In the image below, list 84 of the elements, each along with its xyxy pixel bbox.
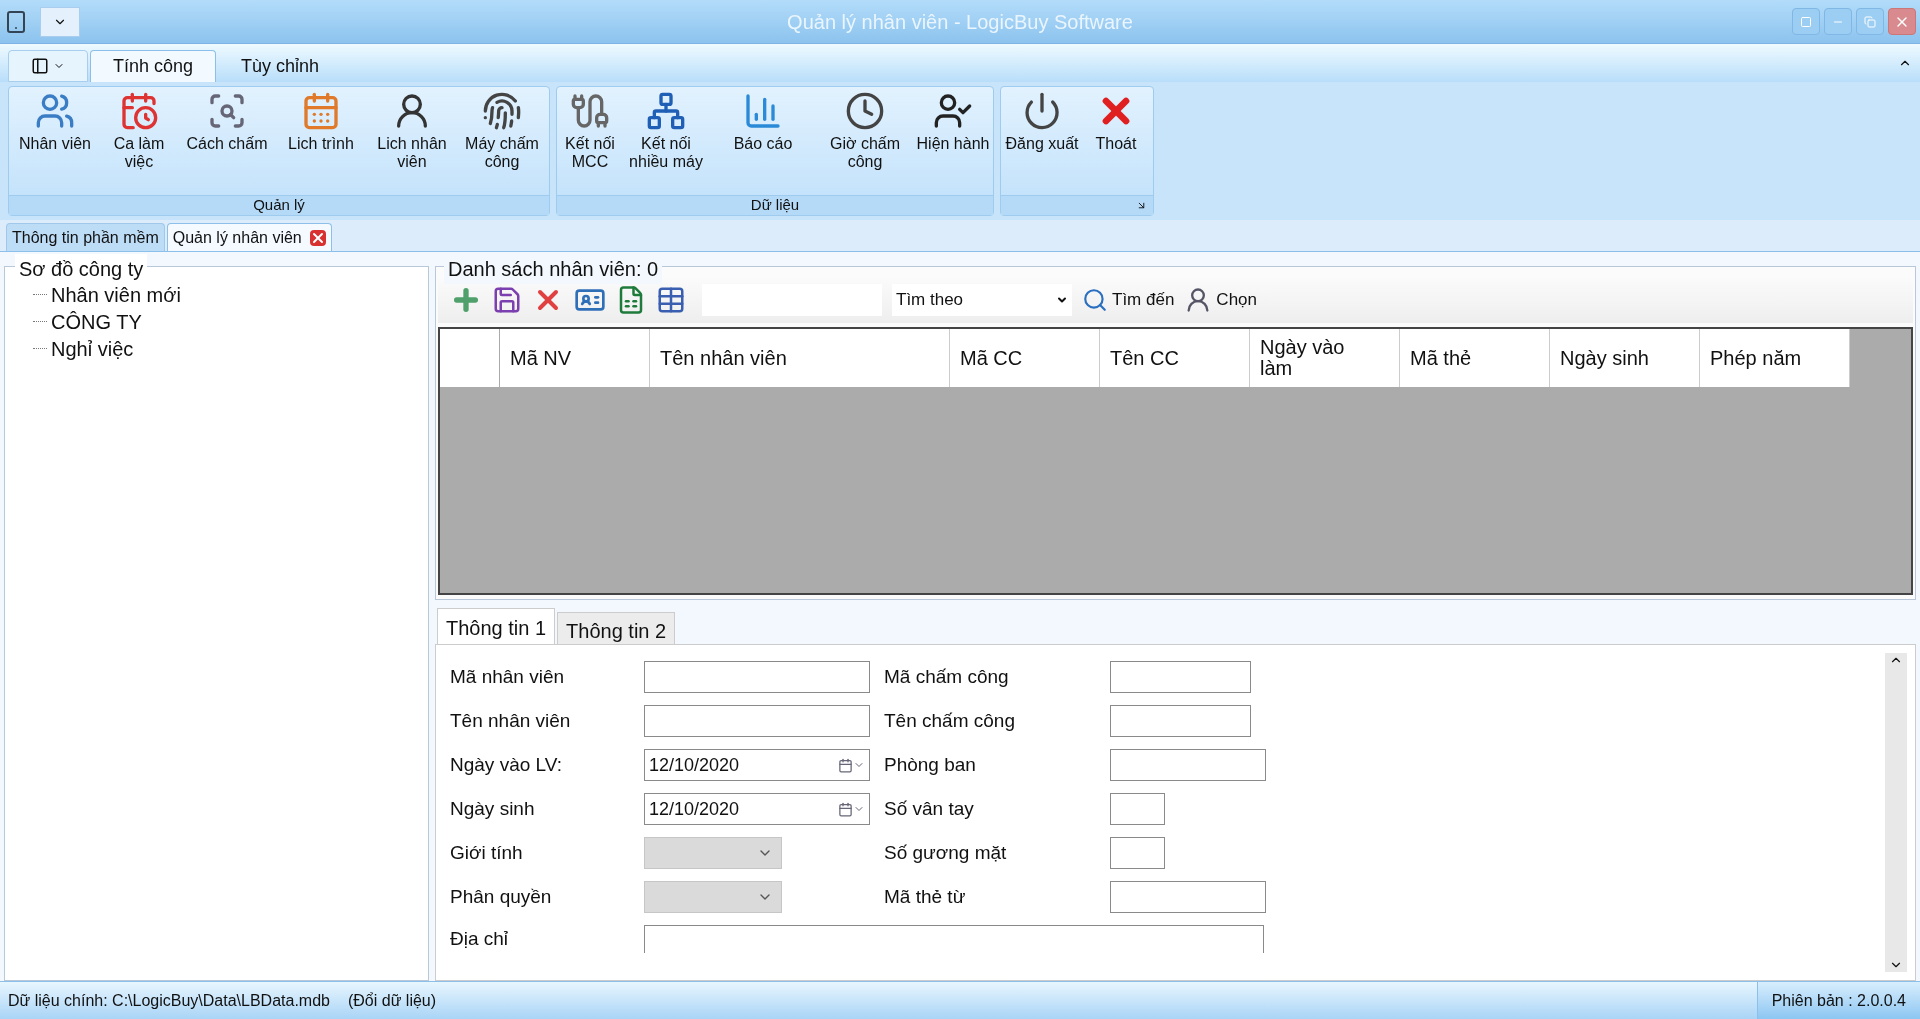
- input-field[interactable]: [1110, 837, 1165, 869]
- column-header[interactable]: Phép năm: [1700, 329, 1850, 387]
- clock-icon: [845, 91, 885, 131]
- field-label: Mã chấm công: [884, 664, 1010, 689]
- fullscreen-button[interactable]: [1792, 8, 1820, 35]
- column-header[interactable]: Mã thẻ: [1400, 329, 1550, 387]
- ribbon-tab[interactable]: Tùy chỉnh: [218, 50, 343, 82]
- tab[interactable]: Thông tin 2: [557, 612, 676, 644]
- cable-icon: [570, 91, 610, 131]
- input-field[interactable]: [1110, 705, 1251, 737]
- person-check-icon: [933, 91, 973, 131]
- field-label: Phân quyền: [450, 884, 553, 909]
- ribbon-button[interactable]: Giờ chấm công: [815, 91, 915, 195]
- column-header[interactable]: Mã NV: [500, 329, 650, 387]
- ribbon-button[interactable]: Hiện hành: [915, 91, 991, 195]
- change-data-link[interactable]: (Đổi dữ liệu): [348, 988, 437, 1013]
- ribbon-button[interactable]: Thoát: [1081, 91, 1151, 195]
- ribbon-button[interactable]: Báo cáo: [711, 91, 815, 195]
- calendar-icon: [301, 91, 341, 131]
- ribbon-button[interactable]: Đăng xuất: [1003, 91, 1081, 195]
- column-header[interactable]: Ngày sinh: [1550, 329, 1700, 387]
- status-text: Dữ liệu chính: C:\LogicBuy\Data\LBData.mdb: [7, 990, 330, 1011]
- ribbon-button[interactable]: Kết nối nhiều máy: [621, 91, 711, 195]
- field-label: Mã nhân viên: [450, 664, 566, 689]
- input-field[interactable]: [1110, 793, 1165, 825]
- input-field[interactable]: [644, 925, 1264, 953]
- column-header[interactable]: Tên nhân viên: [650, 329, 950, 387]
- column-header[interactable]: Tên CC: [1100, 329, 1250, 387]
- panel-icon: [31, 57, 49, 75]
- people-icon: [35, 91, 75, 131]
- tab[interactable]: Thông tin 1: [437, 608, 556, 644]
- ribbon-button[interactable]: Máy chấm công: [457, 91, 547, 195]
- column-header[interactable]: Ngày vào làm: [1250, 329, 1400, 387]
- input-field[interactable]: [1110, 661, 1251, 693]
- ribbon-button[interactable]: Lich trình: [275, 91, 367, 195]
- ribbon-button[interactable]: Lich nhân viên: [367, 91, 457, 195]
- field-label: Ngày sinh: [450, 796, 536, 821]
- field-label: Tên nhân viên: [450, 708, 572, 733]
- fingerprint-icon: [482, 91, 522, 131]
- close-button[interactable]: [1888, 8, 1916, 35]
- field-label: Giới tính: [450, 840, 524, 865]
- field-label: Ngày vào LV:: [450, 752, 563, 777]
- field-label: Số vân tay: [884, 796, 975, 821]
- find-button[interactable]: Tìm đến: [1082, 287, 1175, 313]
- close-tab-icon[interactable]: [309, 229, 326, 246]
- application-menu-button[interactable]: [8, 50, 88, 82]
- dialog-launcher-icon[interactable]: [1136, 200, 1147, 211]
- vertical-scrollbar[interactable]: [1885, 653, 1907, 972]
- date-field[interactable]: 12/10/2020: [644, 793, 870, 825]
- field-label: Phòng ban: [884, 752, 977, 777]
- calendar-clock-icon: [119, 91, 159, 131]
- date-field[interactable]: 12/10/2020: [644, 749, 870, 781]
- input-field[interactable]: [644, 661, 870, 693]
- ribbon-button[interactable]: Kết nối MCC: [559, 91, 621, 195]
- ribbon-button[interactable]: Cách chấm: [179, 91, 275, 195]
- document-tab[interactable]: Quản lý nhân viên: [166, 223, 332, 251]
- ribbon-button[interactable]: Ca làm việc: [99, 91, 179, 195]
- restore-icon: [1864, 15, 1876, 28]
- window-title: Quản lý nhân viên - LogicBuy Software: [787, 9, 1133, 35]
- version-text: Phiên bản : 2.0.0.4: [1756, 982, 1920, 1019]
- fullscreen-icon: [1800, 15, 1812, 28]
- field-label: Địa chỉ: [450, 927, 510, 951]
- ribbon-group-label: Dữ liệu: [750, 195, 800, 216]
- document-tab[interactable]: Thông tin phần mềm: [6, 223, 165, 251]
- field-label: Mã thẻ từ: [884, 884, 967, 909]
- field-label: Số gương mặt: [884, 840, 1008, 865]
- input-field[interactable]: [644, 705, 870, 737]
- select-button[interactable]: Chọn: [1184, 286, 1257, 314]
- calendar-icon: [838, 801, 853, 817]
- ribbon-tab[interactable]: Tính công: [90, 50, 217, 82]
- input-field[interactable]: [1110, 881, 1266, 913]
- magnifier-icon: [207, 91, 247, 131]
- ribbon-button[interactable]: Nhân viên: [11, 91, 99, 195]
- app-icon: [4, 9, 28, 34]
- search-by-dropdown[interactable]: Tìm theo: [892, 284, 1072, 316]
- ribbon-group-label: Quản lý: [253, 195, 305, 216]
- network-icon: [646, 91, 686, 131]
- save-icon[interactable]: [492, 285, 522, 315]
- calendar-icon: [838, 757, 853, 773]
- search-icon: [1082, 287, 1108, 313]
- column-header[interactable]: Mã CC: [950, 329, 1100, 387]
- field-label: Tên chấm công: [884, 708, 1016, 733]
- table-icon[interactable]: [656, 285, 686, 315]
- input-field[interactable]: [1110, 749, 1266, 781]
